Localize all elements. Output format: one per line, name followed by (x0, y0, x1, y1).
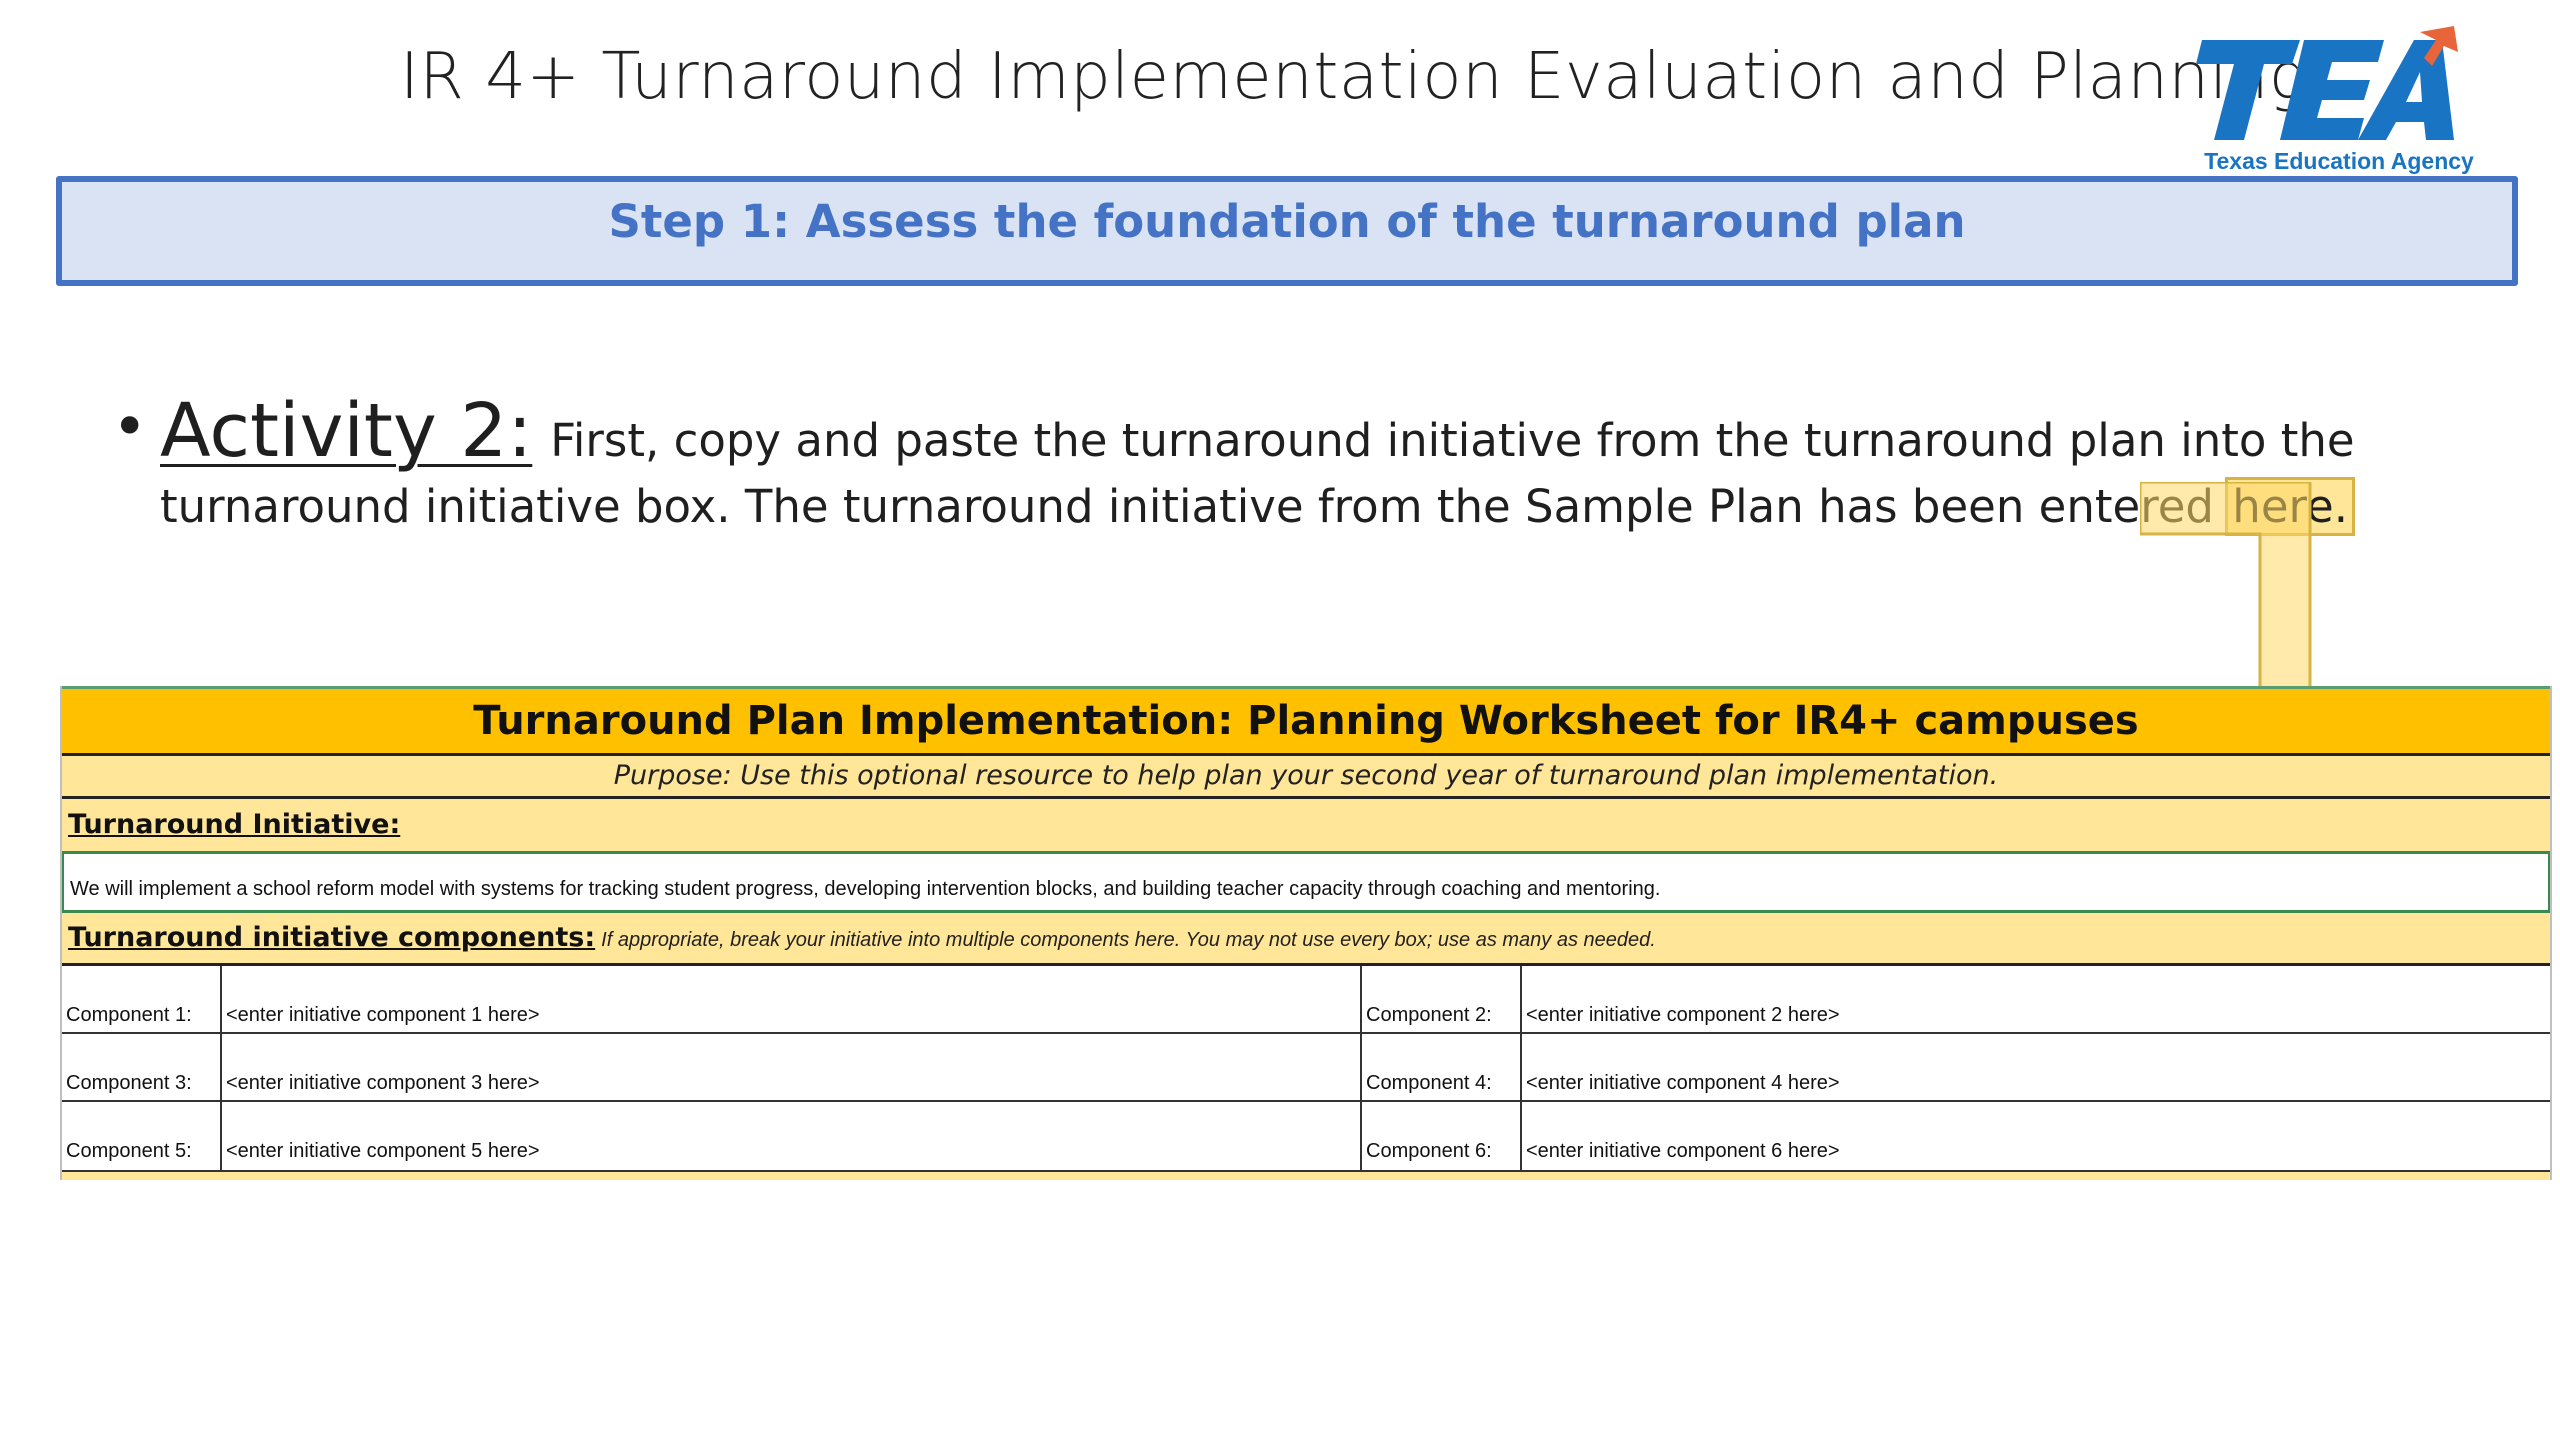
component-6-label: Component 6: (1362, 1102, 1522, 1170)
slide: IR 4+ Turnaround Implementation Evaluati… (0, 0, 2560, 1440)
activity-text-1: First, copy and paste the turnaround ini… (550, 414, 2355, 467)
activity-heading: Activity 2: (160, 388, 533, 474)
initiative-label: Turnaround Initiative: (62, 799, 2550, 854)
worksheet-purpose: Purpose: Use this optional resource to h… (62, 756, 2550, 799)
here-link[interactable]: here. (2225, 477, 2356, 536)
activity-line-1: Activity 2: First, copy and paste the tur… (160, 388, 2355, 474)
component-4-label: Component 4: (1362, 1034, 1522, 1102)
component-5-field[interactable]: <enter initiative component 5 here> (222, 1102, 1362, 1170)
components-grid: Component 1: <enter initiative component… (62, 966, 2550, 1170)
activity-line-2: turnaround initiative box. The turnaroun… (160, 477, 2356, 536)
planning-worksheet: Turnaround Plan Implementation: Planning… (60, 686, 2552, 1180)
worksheet-footer-bar (62, 1170, 2550, 1180)
component-4-field[interactable]: <enter initiative component 4 here> (1522, 1034, 2550, 1102)
component-2-field[interactable]: <enter initiative component 2 here> (1522, 966, 2550, 1034)
component-3-label: Component 3: (62, 1034, 222, 1102)
step-banner: Step 1: Assess the foundation of the tur… (56, 176, 2518, 286)
initiative-field[interactable]: We will implement a school reform model … (62, 854, 2550, 913)
components-note: If appropriate, break your initiative in… (601, 929, 1656, 951)
component-6-field[interactable]: <enter initiative component 6 here> (1522, 1102, 2550, 1170)
component-1-label: Component 1: (62, 966, 222, 1034)
worksheet-title: Turnaround Plan Implementation: Planning… (62, 686, 2550, 756)
activity-text-2: turnaround initiative box. The turnaroun… (160, 480, 2214, 533)
page-title: IR 4+ Turnaround Implementation Evaluati… (400, 40, 2308, 114)
components-header: Turnaround initiative components: If appr… (62, 913, 2550, 966)
step-banner-text: Step 1: Assess the foundation of the tur… (608, 195, 1966, 248)
components-label: Turnaround initiative components: (68, 922, 596, 953)
bullet-glyph: • (112, 392, 148, 462)
component-2-label: Component 2: (1362, 966, 1522, 1034)
component-1-field[interactable]: <enter initiative component 1 here> (222, 966, 1362, 1034)
tea-logo-mark (2196, 26, 2458, 140)
component-3-field[interactable]: <enter initiative component 3 here> (222, 1034, 1362, 1102)
component-5-label: Component 5: (62, 1102, 222, 1170)
logo-caption: Texas Education Agency (2204, 148, 2474, 174)
